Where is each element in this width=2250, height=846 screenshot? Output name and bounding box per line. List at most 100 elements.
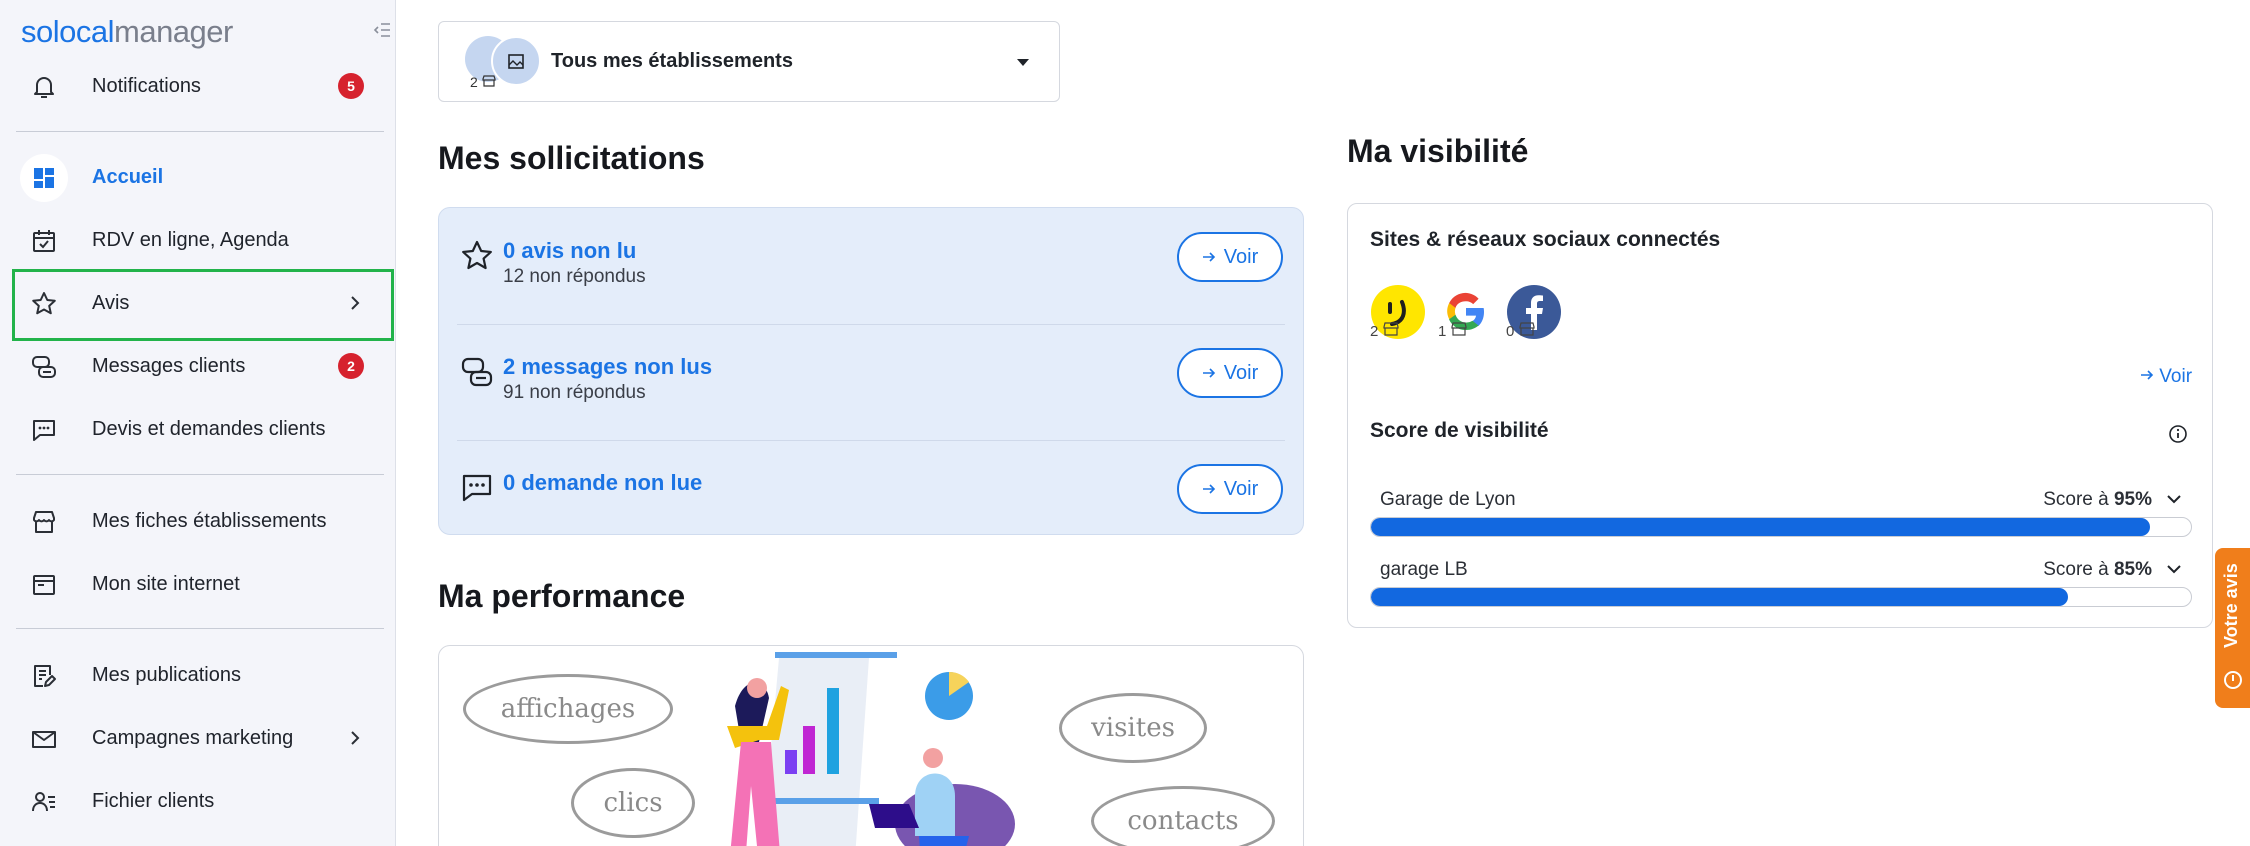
sollicitation-row-messages: 2 messages non lus 91 non répondus Voir [439, 324, 1303, 440]
chat-bubbles-icon [461, 357, 493, 387]
sidebar-item-label: Devis et demandes clients [92, 417, 326, 440]
score-label: Score à 95% [2043, 489, 2152, 510]
store-icon [1518, 322, 1535, 336]
voir-networks-link[interactable]: Voir [2140, 366, 2192, 388]
message-dots-icon [462, 474, 492, 502]
sidebar-item-fiches-etablissements[interactable]: Mes fiches établissements [16, 492, 392, 550]
bubble-clics: clics [571, 768, 695, 838]
score-row-garage-de-lyon[interactable]: Garage de Lyon Score à 95% [1370, 489, 2192, 549]
bubble-affichages: affichages [463, 674, 673, 744]
feedback-tab[interactable]: Votre avis [2215, 548, 2250, 708]
score-title: Score de visibilité [1370, 419, 1549, 442]
section-title-visibilite: Ma visibilité [1347, 133, 1529, 169]
score-progress-bar [1370, 587, 2192, 607]
sidebar-item-devis-demandes[interactable]: Devis et demandes clients [16, 400, 392, 458]
sidebar-item-label: Accueil [92, 165, 164, 188]
edit-document-icon [34, 665, 56, 687]
sidebar-item-label: Messages clients [92, 354, 246, 377]
sidebar-item-label: Mon site internet [92, 572, 240, 595]
score-label: Score à 85% [2043, 559, 2152, 580]
store-icon [33, 511, 55, 533]
arrow-right-icon [2141, 370, 2154, 380]
sidebar-item-label: RDV en ligne, Agenda [92, 228, 289, 251]
arrow-right-icon [1202, 484, 1215, 494]
performance-illustration [727, 652, 1015, 846]
divider [16, 628, 384, 629]
sidebar-item-label: Mes fiches établissements [92, 509, 327, 532]
sidebar-item-campagnes-marketing[interactable]: Campagnes marketing [16, 709, 392, 767]
divider [16, 474, 384, 475]
selection-highlight [12, 269, 394, 341]
collapse-sidebar-icon[interactable] [372, 20, 392, 40]
section-title-sollicitations: Mes sollicitations [438, 140, 705, 176]
section-title-performance: Ma performance [438, 578, 686, 614]
message-dots-icon [33, 420, 55, 441]
contacts-list-icon [32, 792, 55, 812]
info-icon[interactable] [2168, 424, 2188, 444]
divider [16, 131, 384, 132]
dashboard-icon [34, 168, 54, 188]
sidebar-item-rdv-agenda[interactable]: RDV en ligne, Agenda [16, 211, 392, 269]
network-count: 2 [1370, 322, 1399, 340]
sollicitation-row-demandes: 0 demande non lue Voir [439, 440, 1303, 556]
chevron-down-icon[interactable] [2166, 563, 2182, 575]
store-icon [1382, 322, 1399, 336]
email-send-icon [32, 731, 56, 748]
network-count: 0 [1506, 322, 1535, 340]
notification-count-badge: 5 [338, 73, 364, 99]
unanswered-messages-count: 91 non répondus [503, 382, 646, 403]
sidebar-item-messages-clients[interactable]: Messages clients 2 [16, 337, 392, 395]
image-add-icon [508, 54, 524, 69]
performance-card[interactable]: affichages clics visites contacts [438, 645, 1304, 846]
sidebar-item-publications[interactable]: Mes publications [16, 646, 392, 704]
feedback-icon [2224, 671, 2242, 689]
star-icon [462, 240, 492, 270]
arrow-right-icon [1202, 252, 1215, 262]
browser-window-icon [33, 575, 55, 595]
sollicitations-card: 0 avis non lu 12 non répondus Voir 2 mes… [438, 207, 1304, 535]
establishment-avatar [491, 36, 541, 86]
sidebar: solocalmanager Notifications 5 Accueil R… [0, 0, 396, 846]
unread-messages-count[interactable]: 2 messages non lus [503, 354, 712, 380]
bubble-contacts: contacts [1091, 786, 1275, 846]
networks-title: Sites & réseaux sociaux connectés [1370, 228, 1721, 251]
unanswered-reviews-count: 12 non répondus [503, 266, 646, 287]
store-icon [1450, 322, 1467, 336]
sidebar-item-label: Notifications [92, 74, 201, 97]
unread-reviews-count[interactable]: 0 avis non lu [503, 238, 636, 264]
voir-messages-button[interactable]: Voir [1177, 348, 1283, 398]
establishment-selector[interactable]: 2 Tous mes établissements [438, 21, 1060, 102]
app-logo[interactable]: solocalmanager [21, 14, 233, 50]
sidebar-item-label: Mes publications [92, 663, 241, 686]
calendar-icon [33, 230, 55, 252]
score-progress-fill [1371, 588, 2068, 606]
unread-requests-count[interactable]: 0 demande non lue [503, 470, 702, 496]
sidebar-item-label: Fichier clients [92, 789, 215, 812]
sidebar-item-site-internet[interactable]: Mon site internet [16, 555, 392, 613]
arrow-right-icon [1202, 368, 1215, 378]
selector-title: Tous mes établissements [551, 50, 793, 72]
score-row-garage-lb[interactable]: garage LB Score à 85% [1370, 559, 2192, 619]
score-progress-bar [1370, 517, 2192, 537]
voir-demandes-button[interactable]: Voir [1177, 464, 1283, 514]
establishment-count: 2 [470, 74, 496, 90]
sidebar-item-label: Campagnes marketing [92, 726, 294, 749]
sidebar-item-accueil[interactable]: Accueil [16, 148, 392, 206]
chat-bubbles-icon [32, 356, 56, 378]
caret-down-icon [1017, 59, 1029, 66]
establishment-name: garage LB [1380, 559, 1468, 580]
visibilite-card: Sites & réseaux sociaux connectés 2 1 0 … [1347, 203, 2213, 628]
sidebar-item-notifications[interactable]: Notifications 5 [16, 57, 392, 115]
chevron-down-icon[interactable] [2166, 493, 2182, 505]
messages-count-badge: 2 [338, 353, 364, 379]
sollicitation-row-avis: 0 avis non lu 12 non répondus Voir [439, 208, 1303, 324]
voir-avis-button[interactable]: Voir [1177, 232, 1283, 282]
bubble-visites: visites [1059, 693, 1207, 763]
score-progress-fill [1371, 518, 2150, 536]
establishment-name: Garage de Lyon [1380, 489, 1516, 510]
chevron-right-icon [351, 731, 360, 745]
store-icon [482, 75, 496, 87]
sidebar-item-fichier-clients[interactable]: Fichier clients [16, 772, 392, 830]
bell-icon [34, 77, 54, 98]
network-count: 1 [1438, 322, 1467, 340]
